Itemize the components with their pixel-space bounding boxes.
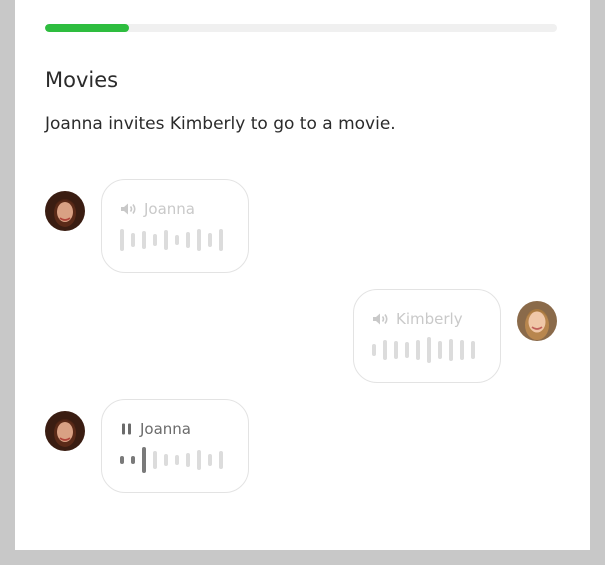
lesson-card: Movies Joanna invites Kimberly to go to …: [15, 0, 590, 550]
audio-message-joanna-2[interactable]: Joanna: [101, 399, 249, 493]
waveform-bar: [460, 340, 464, 360]
audio-waveform: [120, 228, 230, 252]
audio-waveform: [372, 337, 482, 363]
waveform-bar: [208, 454, 212, 466]
waveform-bar: [449, 339, 453, 361]
joanna-avatar: [45, 191, 85, 231]
audio-waveform: [120, 447, 230, 473]
lesson-description: Joanna invites Kimberly to go to a movie…: [45, 114, 396, 134]
waveform-bar: [186, 232, 190, 248]
waveform-bar: [153, 451, 157, 469]
waveform-bar: [208, 233, 212, 247]
waveform-bar: [219, 451, 223, 469]
waveform-bar: [164, 230, 168, 250]
lesson-progress-bar: [45, 24, 557, 32]
speaker-icon: [120, 202, 138, 216]
waveform-bar: [142, 231, 146, 249]
waveform-bar: [120, 229, 124, 251]
lesson-title: Movies: [45, 68, 119, 92]
waveform-bar: [120, 456, 124, 464]
audio-message-kimberly[interactable]: Kimberly: [353, 289, 501, 383]
waveform-bar: [427, 337, 431, 363]
waveform-bar: [471, 341, 475, 359]
waveform-bar: [438, 341, 442, 359]
waveform-bar: [383, 340, 387, 360]
speaker-name: Kimberly: [396, 310, 463, 328]
speaker-name: Joanna: [140, 420, 191, 438]
waveform-bar: [131, 456, 135, 464]
waveform-bar: [142, 447, 146, 473]
speaker-icon: [372, 312, 390, 326]
waveform-bar: [394, 341, 398, 359]
waveform-bar: [175, 455, 179, 465]
waveform-bar: [405, 342, 409, 358]
waveform-bar: [153, 234, 157, 246]
waveform-bar: [219, 229, 223, 251]
progress-fill: [45, 24, 130, 32]
joanna-avatar: [45, 411, 85, 451]
waveform-bar: [416, 340, 420, 360]
waveform-bar: [175, 235, 179, 245]
audio-message-joanna-1[interactable]: Joanna: [101, 179, 249, 273]
waveform-bar: [197, 229, 201, 251]
waveform-bar: [197, 450, 201, 470]
waveform-bar: [372, 344, 376, 356]
waveform-bar: [131, 233, 135, 247]
pause-icon[interactable]: [120, 422, 134, 436]
speaker-name: Joanna: [144, 200, 195, 218]
kimberly-avatar: [517, 301, 557, 341]
waveform-bar: [186, 453, 190, 467]
waveform-bar: [164, 454, 168, 466]
